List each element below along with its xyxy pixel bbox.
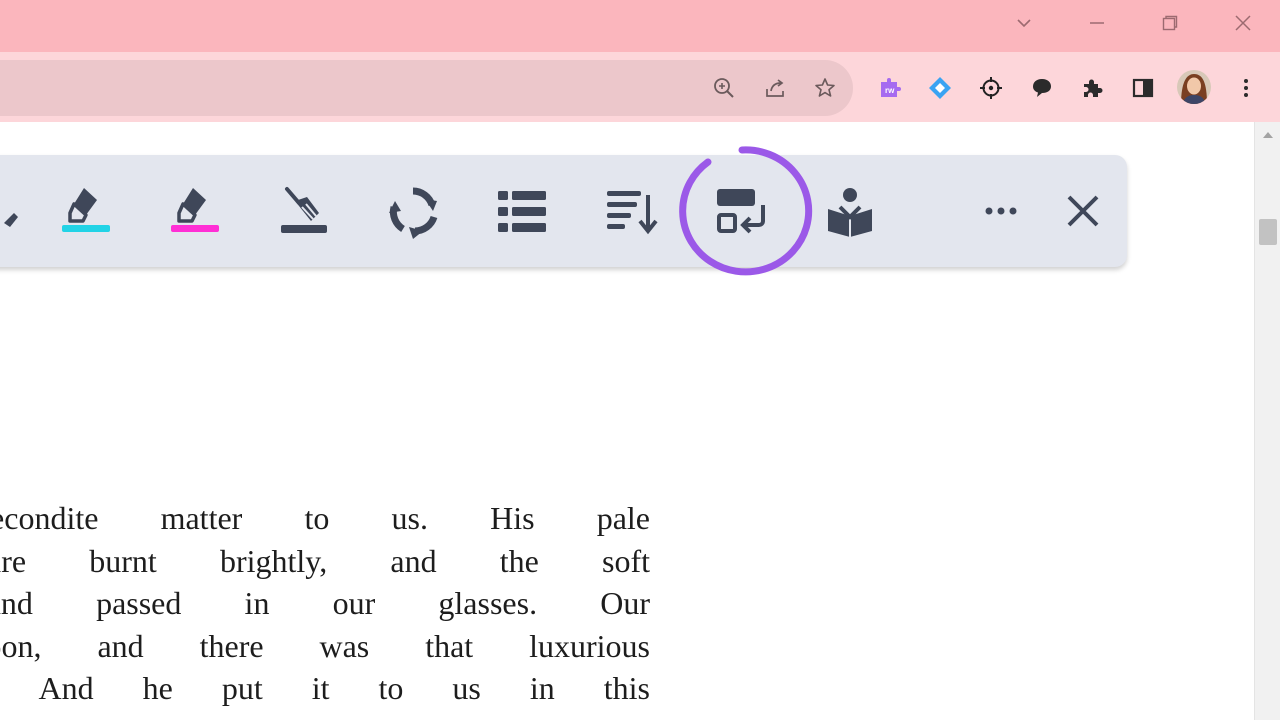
triangle-up-icon bbox=[1263, 132, 1273, 138]
highlight-cyan-button[interactable] bbox=[48, 173, 120, 249]
article-line: pounding a recondite matter to us. His p… bbox=[0, 500, 650, 536]
list-icon bbox=[498, 191, 546, 232]
share-button[interactable] bbox=[757, 70, 793, 106]
rw-extension-button[interactable]: rw bbox=[872, 70, 908, 106]
minimize-button[interactable] bbox=[1077, 6, 1117, 40]
insert-block-icon bbox=[717, 189, 765, 234]
highlighter-cyan-icon bbox=[62, 188, 110, 232]
list-button[interactable] bbox=[486, 173, 558, 249]
article-line: ls of precision. And he put it to us in … bbox=[0, 670, 650, 707]
crosshair-extension-icon bbox=[980, 77, 1002, 99]
tab-search-button[interactable] bbox=[1004, 6, 1044, 40]
sort-button[interactable] bbox=[595, 173, 667, 249]
article-line: o be sat upon, and there was that luxuri… bbox=[0, 627, 650, 664]
more-options-button[interactable] bbox=[965, 173, 1037, 249]
rw-puzzle-extension-icon: rw bbox=[881, 78, 901, 97]
address-bar[interactable] bbox=[0, 60, 853, 116]
restore-icon bbox=[1162, 15, 1178, 31]
scrollbar-thumb[interactable] bbox=[1259, 219, 1277, 245]
bookmark-button[interactable] bbox=[807, 70, 843, 106]
reader-book-icon bbox=[828, 188, 872, 237]
toolbar-partial-button[interactable] bbox=[0, 173, 38, 249]
page-content: pounding a recondite matter to us. His p… bbox=[0, 122, 1254, 720]
clear-highlights-button[interactable] bbox=[267, 173, 339, 249]
more-menu-icon bbox=[1244, 79, 1248, 97]
broom-icon bbox=[281, 187, 327, 233]
reader-toolbar bbox=[0, 155, 1127, 267]
close-window-button[interactable] bbox=[1223, 6, 1263, 40]
minimize-icon bbox=[1090, 22, 1104, 24]
bookmark-star-icon bbox=[815, 78, 835, 97]
sort-lines-icon bbox=[607, 191, 658, 235]
close-x-icon bbox=[1067, 195, 1099, 227]
reader-mode-button[interactable] bbox=[814, 173, 886, 249]
article-text: pounding a recondite matter to us. His p… bbox=[0, 497, 650, 720]
speech-bubble-extension-icon bbox=[1033, 79, 1051, 97]
window-titlebar bbox=[0, 0, 1280, 52]
article-line: mated. The fire burnt brightly, and the … bbox=[0, 542, 650, 579]
profile-avatar bbox=[1177, 70, 1211, 104]
extensions-button[interactable] bbox=[1074, 70, 1110, 106]
side-panel-icon bbox=[1132, 78, 1154, 98]
close-icon bbox=[1235, 15, 1251, 31]
diamond-extension-button[interactable] bbox=[922, 70, 958, 106]
browser-menu-button[interactable] bbox=[1228, 70, 1264, 106]
scroll-up-arrow[interactable] bbox=[1255, 126, 1280, 144]
profile-button[interactable] bbox=[1176, 69, 1212, 105]
speech-extension-button[interactable] bbox=[1024, 70, 1060, 106]
chevron-down-icon bbox=[1017, 19, 1031, 28]
insert-button[interactable] bbox=[705, 173, 777, 249]
vertical-scrollbar[interactable] bbox=[1254, 122, 1280, 720]
extension-badge-text: rw bbox=[885, 86, 895, 95]
article-line: ould his parents argue this was anywhere… bbox=[0, 710, 650, 720]
more-dots-icon bbox=[985, 207, 1017, 215]
highlight-magenta-button[interactable] bbox=[157, 173, 229, 249]
side-panel-button[interactable] bbox=[1125, 70, 1161, 106]
zoom-button[interactable] bbox=[706, 70, 742, 106]
zoom-icon bbox=[714, 78, 734, 98]
blue-diamond-extension-icon bbox=[929, 77, 951, 99]
share-icon bbox=[766, 79, 784, 97]
restore-button[interactable] bbox=[1150, 6, 1190, 40]
browser-toolbar: rw bbox=[0, 52, 1280, 122]
close-toolbar-button[interactable] bbox=[1047, 173, 1119, 249]
highlighter-magenta-icon bbox=[171, 188, 219, 232]
extensions-puzzle-icon bbox=[1084, 79, 1103, 97]
recycle-icon bbox=[389, 187, 438, 239]
article-line: that flashed and passed in our glasses. … bbox=[0, 585, 650, 622]
partial-icon bbox=[4, 213, 18, 227]
crosshair-extension-button[interactable] bbox=[973, 70, 1009, 106]
refresh-button[interactable] bbox=[377, 173, 449, 249]
